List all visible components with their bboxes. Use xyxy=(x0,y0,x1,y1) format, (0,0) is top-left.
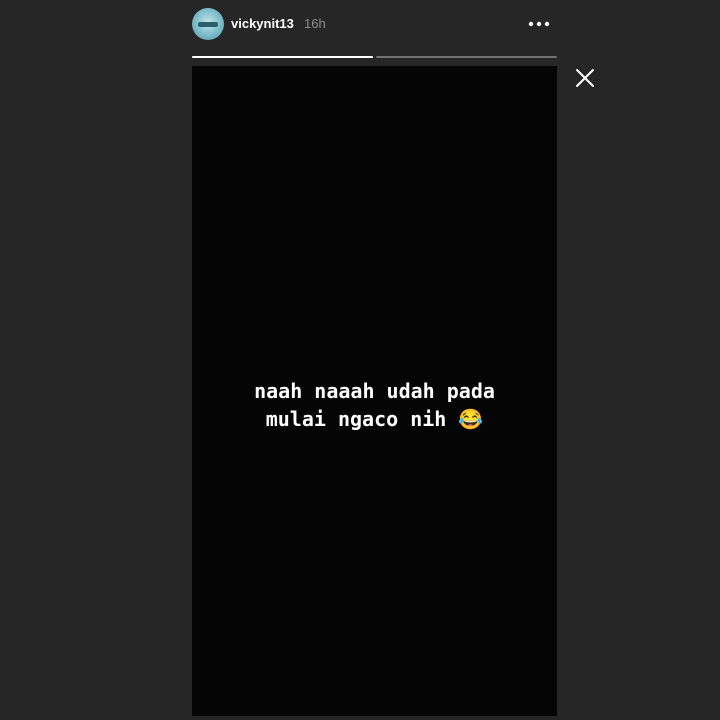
more-horizontal-icon xyxy=(528,21,550,27)
story-media[interactable]: naah naaah udah pada mulai ngaco nih 😂 xyxy=(192,66,557,716)
story-viewer: vickynit13 16h naah naaah udah pada mula… xyxy=(0,0,720,720)
more-options-button[interactable] xyxy=(527,14,551,34)
progress-segment xyxy=(376,56,557,58)
timestamp: 16h xyxy=(304,16,326,31)
progress-segment xyxy=(192,56,373,58)
progress-segment-fill xyxy=(192,56,373,58)
story-text: naah naaah udah pada mulai ngaco nih 😂 xyxy=(254,379,495,431)
avatar[interactable] xyxy=(192,8,224,40)
close-icon xyxy=(576,69,594,87)
story-header: vickynit13 16h xyxy=(192,6,557,42)
close-button[interactable] xyxy=(574,67,596,89)
story-progress-bar xyxy=(192,56,557,58)
username[interactable]: vickynit13 xyxy=(231,16,294,31)
